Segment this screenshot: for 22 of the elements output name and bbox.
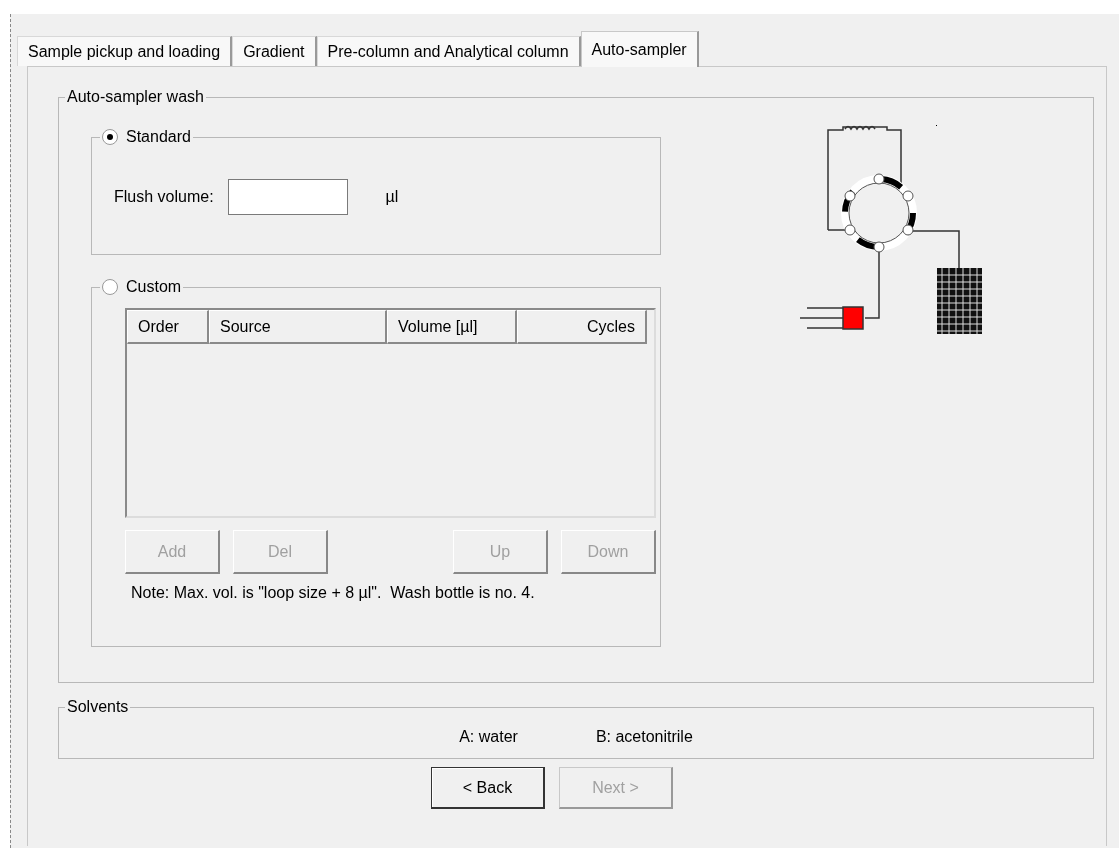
wash-step-list[interactable]: Order Source Volume [µl] Cycles — [125, 308, 656, 518]
radio-label[interactable]: Custom — [126, 279, 182, 295]
tab[interactable]: Auto-sampler — [580, 31, 699, 67]
column-header[interactable]: Volume [µl] — [387, 310, 517, 344]
tab[interactable]: Gradient — [232, 36, 317, 66]
column-header[interactable]: Source — [209, 310, 387, 344]
tab[interactable]: Pre-column and Analytical column — [316, 36, 581, 66]
radio-label[interactable]: Standard — [126, 129, 191, 145]
solvent-label: B: acetonitrile — [595, 727, 693, 747]
column-header[interactable]: Cycles — [517, 310, 647, 344]
radio-button[interactable] — [102, 279, 118, 295]
flush-volume-label: Flush volume: — [114, 187, 214, 207]
solvent-label: A: water — [459, 727, 518, 747]
flush-volume-field[interactable] — [227, 179, 348, 215]
unit-label: µl — [385, 187, 399, 207]
note-text: Note: Max. vol. is "loop size + 8 µl". Wash bottle is no. 4. — [131, 583, 535, 603]
back-button[interactable]: < Back — [431, 767, 545, 809]
tab[interactable]: Sample pickup and loading — [17, 36, 233, 66]
group-title: Solvents — [66, 699, 130, 715]
group-title: Auto-sampler wash — [66, 89, 205, 105]
radio-button[interactable] — [102, 129, 118, 145]
column-header[interactable]: Order — [127, 310, 209, 344]
